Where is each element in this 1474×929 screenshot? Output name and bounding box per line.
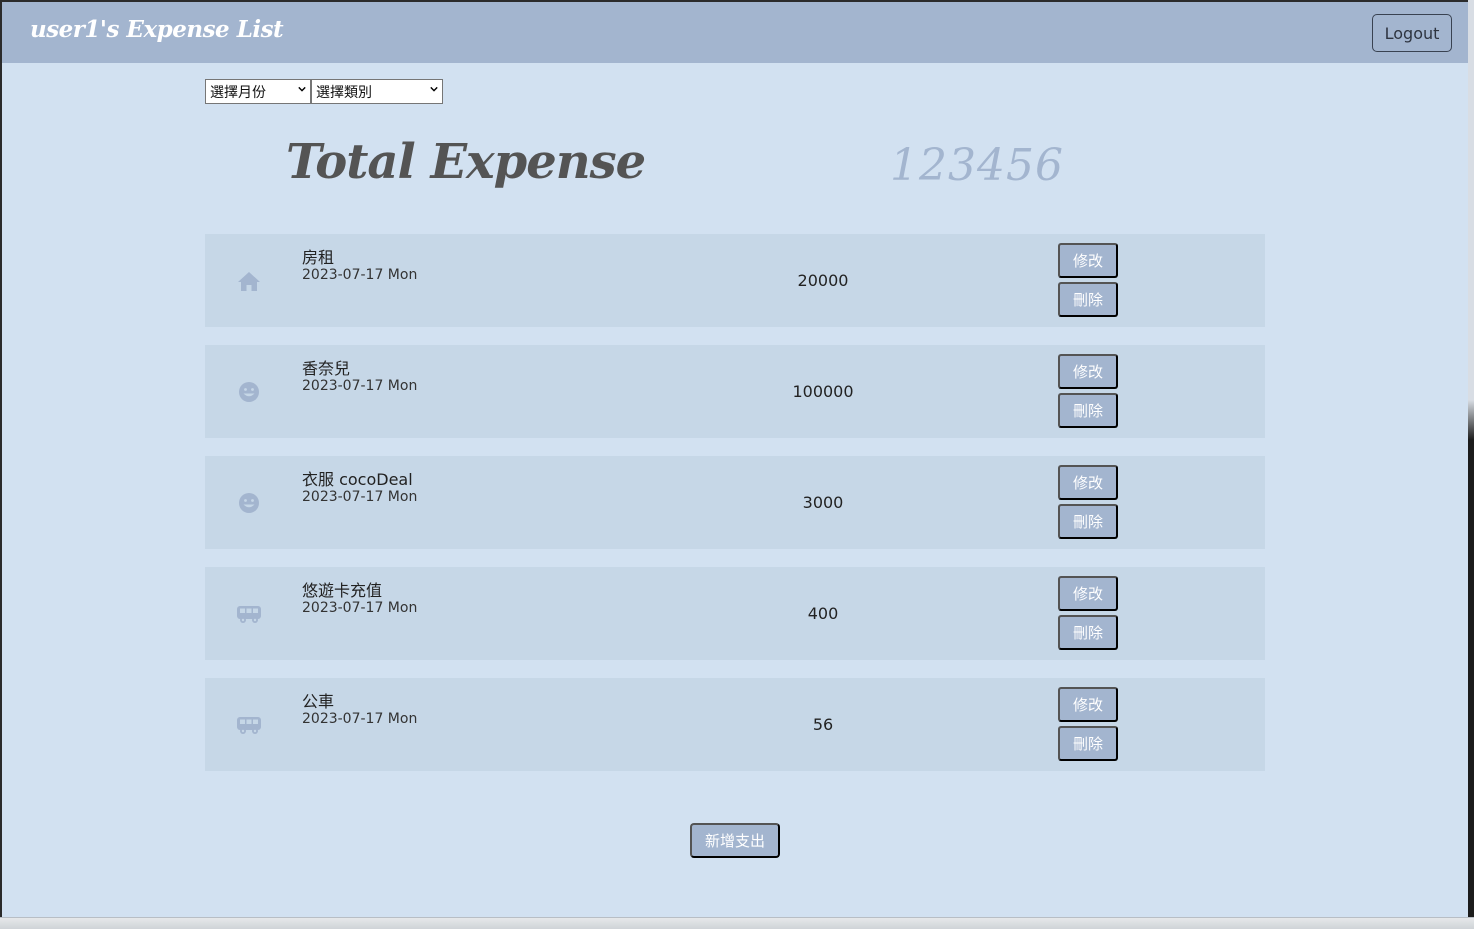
van-icon (236, 713, 262, 737)
expense-name: 公車 (302, 692, 335, 711)
expense-list: 房租 2023-07-17 Mon 20000 修改 刪除 香奈兒 2023-0… (205, 234, 1265, 789)
smiley-icon (236, 491, 262, 515)
delete-button[interactable]: 刪除 (1058, 282, 1118, 317)
chevron-down-icon (430, 86, 438, 92)
edit-button[interactable]: 修改 (1058, 465, 1118, 500)
expense-row: 房租 2023-07-17 Mon 20000 修改 刪除 (205, 234, 1265, 327)
taskbar-edge (0, 917, 1474, 929)
chevron-down-icon (298, 86, 306, 92)
edit-button[interactable]: 修改 (1058, 243, 1118, 278)
smiley-icon (236, 380, 262, 404)
expense-name: 衣服 cocoDeal (302, 470, 413, 489)
logout-button[interactable]: Logout (1372, 14, 1452, 52)
expense-date: 2023-07-17 Mon (302, 711, 418, 727)
window-edge (1468, 0, 1474, 929)
expense-date: 2023-07-17 Mon (302, 378, 418, 394)
expense-date: 2023-07-17 Mon (302, 489, 418, 505)
expense-amount: 100000 (792, 382, 854, 401)
month-select-value: 選擇月份 (210, 84, 266, 101)
delete-button[interactable]: 刪除 (1058, 504, 1118, 539)
expense-name: 悠遊卡充值 (302, 581, 383, 600)
edit-button[interactable]: 修改 (1058, 354, 1118, 389)
expense-amount: 400 (807, 604, 839, 623)
category-select[interactable]: 選擇類別 (311, 79, 443, 104)
van-icon (236, 602, 262, 626)
app-window: user1's Expense List Logout 選擇月份 選擇類別 To… (2, 2, 1468, 917)
expense-date: 2023-07-17 Mon (302, 267, 418, 283)
total-expense-label: Total Expense (286, 134, 646, 190)
expense-row: 公車 2023-07-17 Mon 56 修改 刪除 (205, 678, 1265, 771)
month-select[interactable]: 選擇月份 (205, 79, 311, 104)
edit-button[interactable]: 修改 (1058, 576, 1118, 611)
navbar: user1's Expense List Logout (2, 2, 1468, 63)
expense-row: 衣服 cocoDeal 2023-07-17 Mon 3000 修改 刪除 (205, 456, 1265, 549)
expense-date: 2023-07-17 Mon (302, 600, 418, 616)
brand-title: user1's Expense List (30, 16, 284, 43)
delete-button[interactable]: 刪除 (1058, 393, 1118, 428)
total-expense-value: 123456 (890, 140, 1064, 191)
expense-row: 香奈兒 2023-07-17 Mon 100000 修改 刪除 (205, 345, 1265, 438)
delete-button[interactable]: 刪除 (1058, 726, 1118, 761)
expense-amount: 56 (812, 715, 834, 734)
house-icon (236, 269, 262, 293)
delete-button[interactable]: 刪除 (1058, 615, 1118, 650)
expense-name: 房租 (302, 248, 335, 267)
add-expense-button[interactable]: 新增支出 (690, 823, 780, 858)
category-select-value: 選擇類別 (316, 84, 372, 101)
expense-amount: 3000 (802, 493, 844, 512)
expense-name: 香奈兒 (302, 359, 351, 378)
expense-row: 悠遊卡充值 2023-07-17 Mon 400 修改 刪除 (205, 567, 1265, 660)
edit-button[interactable]: 修改 (1058, 687, 1118, 722)
expense-amount: 20000 (797, 271, 849, 290)
